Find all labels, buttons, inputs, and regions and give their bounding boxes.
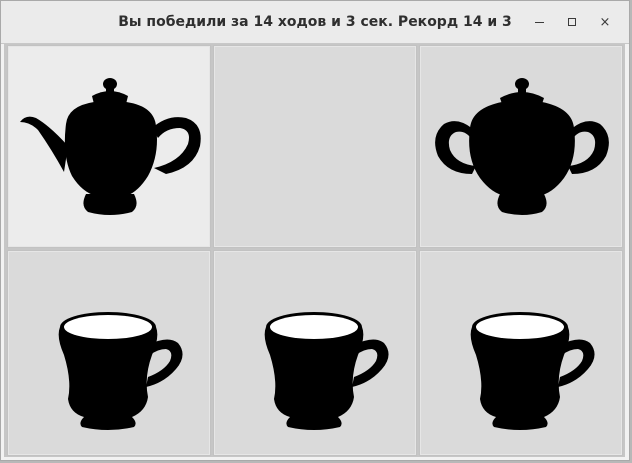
cup-icon — [58, 312, 183, 430]
minimize-icon — [534, 21, 544, 23]
board-cell-1[interactable] — [7, 45, 211, 248]
board-cell-5[interactable] — [213, 250, 417, 456]
close-icon: × — [599, 14, 611, 30]
game-board — [4, 44, 625, 457]
minimize-button[interactable] — [527, 10, 551, 34]
sugar-bowl-icon — [435, 78, 609, 215]
close-button[interactable]: × — [593, 10, 617, 34]
board-cell-3[interactable] — [419, 45, 623, 248]
game-window: Вы победили за 14 ходов и 3 сек. Рекорд … — [0, 0, 630, 461]
board-cell-6[interactable] — [419, 250, 623, 456]
teapot-icon — [20, 78, 201, 215]
title-bar[interactable]: Вы победили за 14 ходов и 3 сек. Рекорд … — [1, 1, 629, 44]
maximize-button[interactable] — [560, 10, 584, 34]
cup-icon — [264, 312, 389, 430]
maximize-icon — [568, 18, 576, 26]
board-cell-2-empty[interactable] — [213, 45, 417, 248]
board-cell-4[interactable] — [7, 250, 211, 456]
cup-icon — [470, 312, 595, 430]
